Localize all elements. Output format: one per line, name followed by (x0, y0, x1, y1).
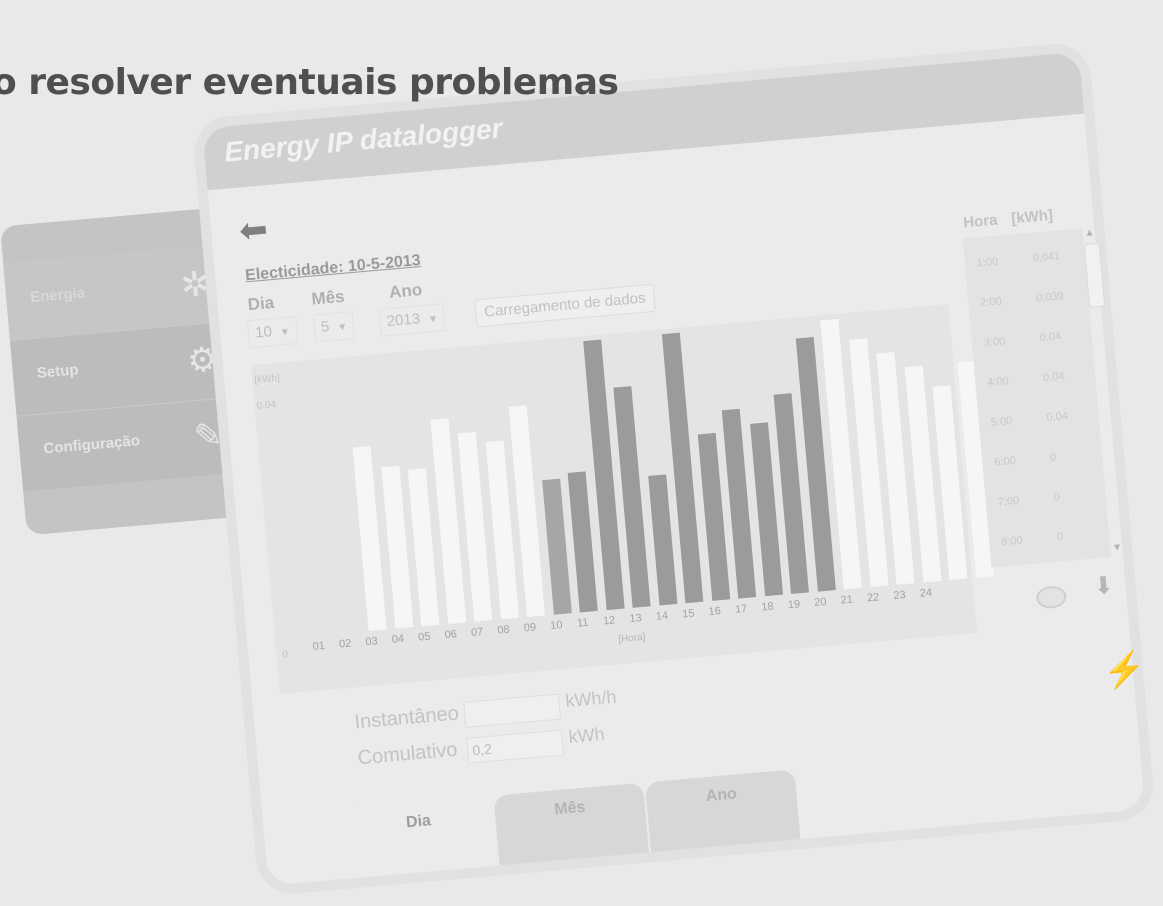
table-row: 6:00 0 (994, 447, 1103, 468)
row-value: 0 (1056, 531, 1064, 544)
instant-unit: kWh/h (564, 686, 618, 712)
x-tick-label: 21 (840, 593, 854, 607)
table-header-time: Hora (962, 211, 999, 232)
instant-label: Instantâneo (353, 702, 460, 734)
table-row: 2:00 0,039 (980, 288, 1089, 309)
app-title: Energy IP datalogger (223, 112, 504, 168)
x-tick-label: 10 (549, 619, 564, 633)
cumulative-label: Comulativo (356, 738, 459, 770)
x-tick-label: 11 (576, 616, 589, 630)
row-value: 0,041 (1032, 250, 1061, 265)
x-tick-label: 19 (787, 598, 801, 612)
x-tick-label: 05 (417, 630, 432, 644)
x-tick-label: 16 (708, 605, 722, 619)
row-time: 1:00 (976, 255, 999, 270)
row-time: 6:00 (993, 454, 1017, 469)
refresh-icon[interactable] (1035, 585, 1068, 610)
gear-icon: ⚙ (185, 340, 220, 381)
sidebar-item-label: Setup (36, 361, 80, 382)
x-tick-label: 07 (470, 625, 484, 639)
month-value: 5 (320, 318, 331, 336)
tab-dia[interactable]: Dia (342, 795, 498, 879)
month-select[interactable]: 5 ▼ (312, 311, 356, 343)
x-tick-label: 03 (364, 635, 379, 649)
year-select[interactable]: 2013 ▼ (378, 303, 447, 337)
x-tick-label: 13 (628, 612, 643, 626)
table-header: Hora [kWh] (963, 206, 1068, 232)
load-data-button[interactable]: Carregamento de dados (474, 283, 656, 328)
energy-icon: ✲ (179, 264, 211, 305)
x-tick-label: 09 (523, 621, 537, 635)
row-time: 2:00 (979, 295, 1003, 310)
scroll-down-icon[interactable]: ▼ (1112, 542, 1123, 554)
sidebar-item-label: Energia (29, 284, 86, 307)
x-tick-label: 17 (734, 602, 748, 616)
row-time: 7:00 (997, 494, 1020, 509)
row-value: 0 (1053, 491, 1061, 504)
x-axis-label: [Hora] (617, 631, 646, 646)
x-tick-label: 06 (444, 628, 458, 642)
electricity-title: Electicidade: 10-5-2013 (244, 252, 422, 285)
scroll-up-icon[interactable]: ▲ (1084, 227, 1095, 239)
chevron-down-icon: ▼ (279, 326, 291, 339)
app-window: Energy IP datalogger ⬅ Electicidade: 10-… (202, 51, 1147, 886)
row-time: 8:00 (1000, 534, 1024, 549)
year-value: 2013 (386, 310, 421, 331)
x-tick-label: 08 (496, 623, 511, 637)
row-value: 0,04 (1046, 410, 1069, 425)
chevron-down-icon: ▼ (336, 321, 348, 334)
tab-mes[interactable]: Mês (493, 782, 649, 866)
device-screen: Energia ✲ Setup ⚙ Configuração ✎ ⎆ Energ… (0, 0, 1163, 898)
back-arrow-icon[interactable]: ⬅ (238, 209, 270, 251)
row-value: 0 (1049, 451, 1057, 464)
download-icon[interactable]: ⬇ (1092, 571, 1115, 602)
x-tick-label: 02 (338, 637, 352, 651)
row-time: 5:00 (990, 415, 1013, 429)
day-label: Dia (246, 292, 275, 315)
y-tick-label: 0.04 (256, 399, 277, 412)
month-label: Mês (310, 286, 346, 309)
x-tick-label: 18 (760, 600, 775, 614)
x-tick-label: 24 (919, 586, 933, 600)
row-value: 0,039 (1035, 290, 1065, 305)
row-time: 4:00 (986, 375, 1010, 390)
row-value: 0,04 (1042, 370, 1066, 385)
x-tick-label: 23 (892, 589, 907, 603)
x-tick-label: 01 (312, 639, 326, 653)
row-time: 3:00 (983, 335, 1006, 350)
row-value: 0,04 (1039, 330, 1062, 345)
x-tick-label: 04 (391, 632, 405, 646)
table-header-value: [kWh] (1010, 206, 1054, 228)
plug-icon: ⚡ (1101, 649, 1147, 692)
table-row: 8:00 0 (1001, 527, 1110, 548)
day-value: 10 (254, 323, 273, 342)
page-heading: o resolver eventuais problemas (0, 62, 619, 103)
x-tick-label: 20 (813, 595, 827, 609)
table-row: 1:00 0,041 (976, 248, 1085, 269)
day-select[interactable]: 10 ▼ (247, 316, 298, 349)
y-tick-label: 0 (281, 649, 289, 661)
instant-field[interactable] (463, 693, 562, 728)
x-tick-label: 14 (655, 609, 669, 623)
tab-ano[interactable]: Ano (644, 769, 801, 853)
year-label: Ano (388, 280, 423, 302)
pencil-icon: ✎ (192, 415, 225, 457)
cumulative-unit: kWh (567, 723, 606, 747)
table-row: 4:00 0,04 (987, 368, 1096, 389)
sidebar-item-label: Configuração (42, 432, 141, 458)
x-tick-label: 12 (602, 614, 616, 628)
table-row: 7:00 0 (997, 487, 1106, 508)
chevron-down-icon: ▼ (427, 313, 439, 326)
y-axis-unit: [kWh] (253, 372, 281, 386)
cumulative-field[interactable]: 0,2 (466, 729, 565, 764)
x-tick-label: 22 (866, 591, 880, 605)
table-row: 3:00 0,04 (983, 328, 1092, 349)
x-tick-label: 15 (681, 607, 695, 621)
table-row: 5:00 0,04 (990, 408, 1099, 429)
